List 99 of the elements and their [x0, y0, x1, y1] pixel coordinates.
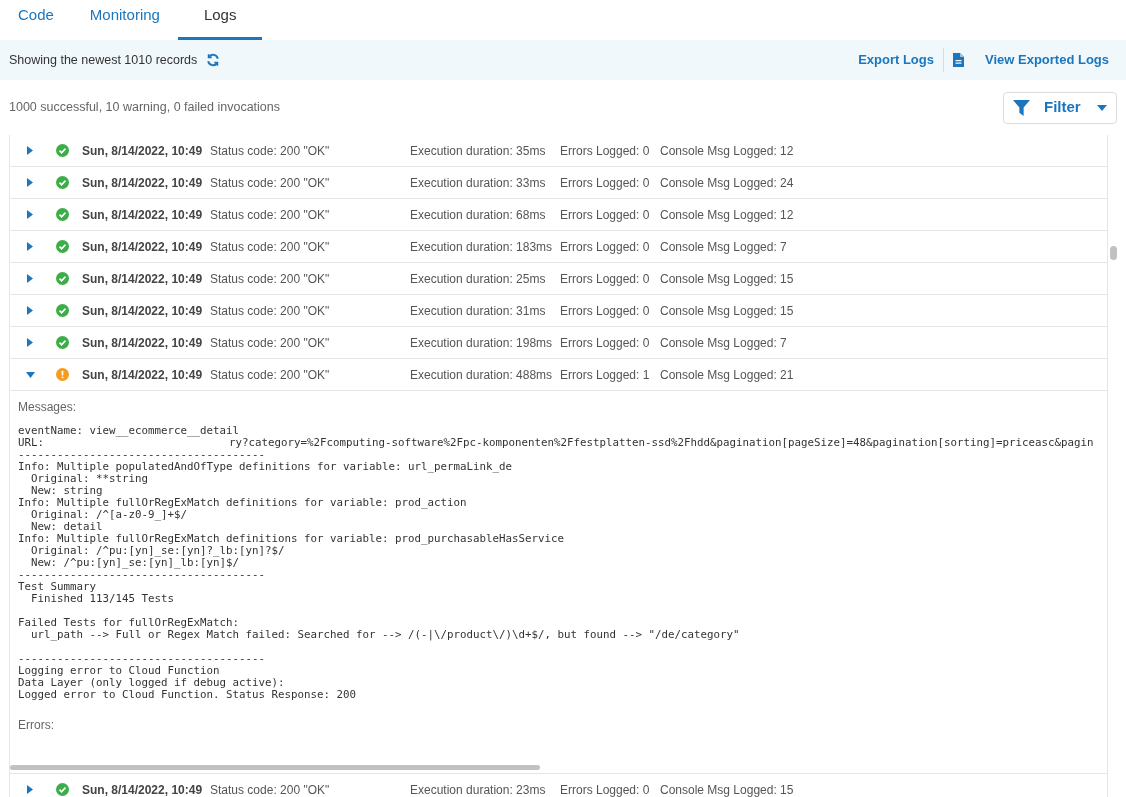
execution-duration: Execution duration: 198ms [410, 334, 554, 352]
log-date: Sun, 8/14/2022, 10:49 [82, 206, 204, 224]
status-code: Status code: 200 "OK" [210, 302, 331, 320]
log-date: Sun, 8/14/2022, 10:49 [82, 302, 204, 320]
caret-icon [1097, 104, 1107, 111]
log-line: -------------------------------------- [18, 449, 265, 461]
status-code: Status code: 200 "OK" [210, 174, 331, 192]
log-date: Sun, 8/14/2022, 10:49 [82, 174, 204, 192]
console-messages-logged: Console Msg Logged: 21 [660, 366, 794, 384]
url-value: ry?category=%2Fcomputing-software%2Fpc-komponenten%2Ffestplatten-ssd%2Fhdd&pagination[pageSize]=48&pagination[sorting]=priceasc&pagin [229, 437, 1094, 449]
export-logs-link[interactable]: Export Logs [858, 50, 934, 70]
log-line: New: string [30, 485, 103, 497]
status-code: Status code: 200 "OK" [210, 334, 331, 352]
filter-button[interactable]: Filter [1003, 91, 1117, 124]
log-line: Info: Multiple fullOrRegExMatch definitions for variable: prod_purchasableHasService [18, 533, 565, 545]
status-code: Status code: 200 "OK" [210, 142, 331, 160]
expand-caret-icon[interactable] [27, 210, 33, 219]
expand-caret-icon[interactable] [27, 338, 33, 347]
success-check-icon [55, 304, 69, 317]
log-line: Logged error to Cloud Function. Status Response: 200 [18, 689, 356, 701]
log-line: Original: **string [30, 473, 148, 485]
log-date: Sun, 8/14/2022, 10:49 [82, 142, 204, 160]
log-date: Sun, 8/14/2022, 10:49 [82, 270, 204, 288]
errors-label: Errors: [18, 718, 55, 732]
status-code: Status code: 200 "OK" [210, 781, 331, 797]
expand-caret-icon[interactable] [27, 146, 33, 155]
log-line: Original: /^pu:[yn]_se:[yn]?_lb:[yn]?$/ [30, 545, 285, 557]
execution-duration: Execution duration: 31ms [410, 302, 547, 320]
errors-logged: Errors Logged: 0 [560, 206, 651, 224]
expand-caret-icon[interactable] [27, 785, 33, 794]
status-code: Status code: 200 "OK" [210, 270, 331, 288]
errors-logged: Errors Logged: 0 [560, 238, 651, 256]
success-check-icon [55, 272, 69, 285]
errors-logged: Errors Logged: 1 [560, 366, 651, 384]
expand-caret-icon[interactable] [27, 306, 33, 315]
execution-duration: Execution duration: 25ms [410, 270, 547, 288]
expand-caret-icon[interactable] [27, 178, 33, 187]
records-count-text: Showing the newest 1010 records [9, 51, 198, 69]
log-line: Finished 113/145 Tests [30, 593, 174, 605]
status-code: Status code: 200 "OK" [210, 206, 331, 224]
log-line: eventName: view__ecommerce__detail [18, 425, 239, 437]
console-messages-logged: Console Msg Logged: 15 [660, 270, 794, 288]
execution-duration: Execution duration: 183ms [410, 238, 554, 256]
collapse-caret-icon[interactable] [25, 371, 35, 378]
console-messages-logged: Console Msg Logged: 15 [660, 781, 794, 797]
log-date: Sun, 8/14/2022, 10:49 [82, 366, 204, 384]
expand-caret-icon[interactable] [27, 242, 33, 251]
success-check-icon [55, 240, 69, 253]
log-line: Data Layer (only logged if debug active): [18, 677, 285, 689]
log-date: Sun, 8/14/2022, 10:49 [82, 238, 204, 256]
errors-logged: Errors Logged: 0 [560, 174, 651, 192]
tab[interactable]: Code [0, 0, 72, 40]
errors-logged: Errors Logged: 0 [560, 302, 651, 320]
errors-logged: Errors Logged: 0 [560, 142, 651, 160]
horizontal-scrollbar-thumb[interactable] [10, 765, 540, 770]
errors-logged: Errors Logged: 0 [560, 781, 651, 797]
vertical-scrollbar-thumb[interactable] [1110, 246, 1117, 260]
execution-duration: Execution duration: 23ms [410, 781, 547, 797]
expand-caret-icon[interactable] [27, 274, 33, 283]
log-line: url_path --> Full or Regex Match failed: Searched for --> /(-|\/product\/)\d+$/, but found --> "/de/category" [30, 629, 740, 641]
success-check-icon [55, 176, 69, 189]
log-line: -------------------------------------- [18, 653, 265, 665]
status-code: Status code: 200 "OK" [210, 366, 331, 384]
log-line: Info: Multiple fullOrRegExMatch definitions for variable: prod_action [18, 497, 467, 509]
execution-duration: Execution duration: 68ms [410, 206, 547, 224]
log-date: Sun, 8/14/2022, 10:49 [82, 334, 204, 352]
log-line: Failed Tests for fullOrRegExMatch: [18, 617, 239, 629]
success-check-icon [55, 208, 69, 221]
errors-logged: Errors Logged: 0 [560, 334, 651, 352]
log-line: Test Summary [18, 581, 96, 593]
execution-duration: Execution duration: 488ms [410, 366, 554, 384]
document-icon [953, 53, 964, 67]
log-line: New: detail [30, 521, 103, 533]
status-code: Status code: 200 "OK" [210, 238, 331, 256]
log-date: Sun, 8/14/2022, 10:49 [82, 781, 204, 797]
console-messages-logged: Console Msg Logged: 12 [660, 206, 794, 224]
log-line: Logging error to Cloud Function [18, 665, 220, 677]
log-line: -------------------------------------- [18, 569, 265, 581]
execution-duration: Execution duration: 33ms [410, 174, 547, 192]
log-line: Info: Multiple populatedAndOfType definitions for variable: url_permaLink_de [18, 461, 513, 473]
invocation-summary: 1000 successful, 10 warning, 0 failed invocations [9, 99, 280, 117]
warning-icon [55, 368, 69, 381]
errors-logged: Errors Logged: 0 [560, 270, 651, 288]
log-line: New: /^pu:[yn]_se:[yn]_lb:[yn]$/ [30, 557, 239, 569]
execution-duration: Execution duration: 35ms [410, 142, 547, 160]
console-messages-logged: Console Msg Logged: 7 [660, 334, 787, 352]
log-line: Original: /^[a-z0-9_]+$/ [30, 509, 187, 521]
console-messages-logged: Console Msg Logged: 24 [660, 174, 794, 192]
refresh-icon[interactable] [206, 53, 221, 67]
messages-label: Messages: [18, 400, 78, 414]
success-check-icon [55, 336, 69, 349]
console-messages-logged: Console Msg Logged: 7 [660, 238, 787, 256]
tab[interactable]: Monitoring [71, 0, 178, 40]
url-label: URL: [18, 437, 44, 449]
filter-icon [1013, 99, 1030, 116]
console-messages-logged: Console Msg Logged: 12 [660, 142, 794, 160]
console-messages-logged: Console Msg Logged: 15 [660, 302, 794, 320]
view-exported-logs-link[interactable]: View Exported Logs [985, 50, 1109, 70]
success-check-icon [55, 144, 69, 157]
